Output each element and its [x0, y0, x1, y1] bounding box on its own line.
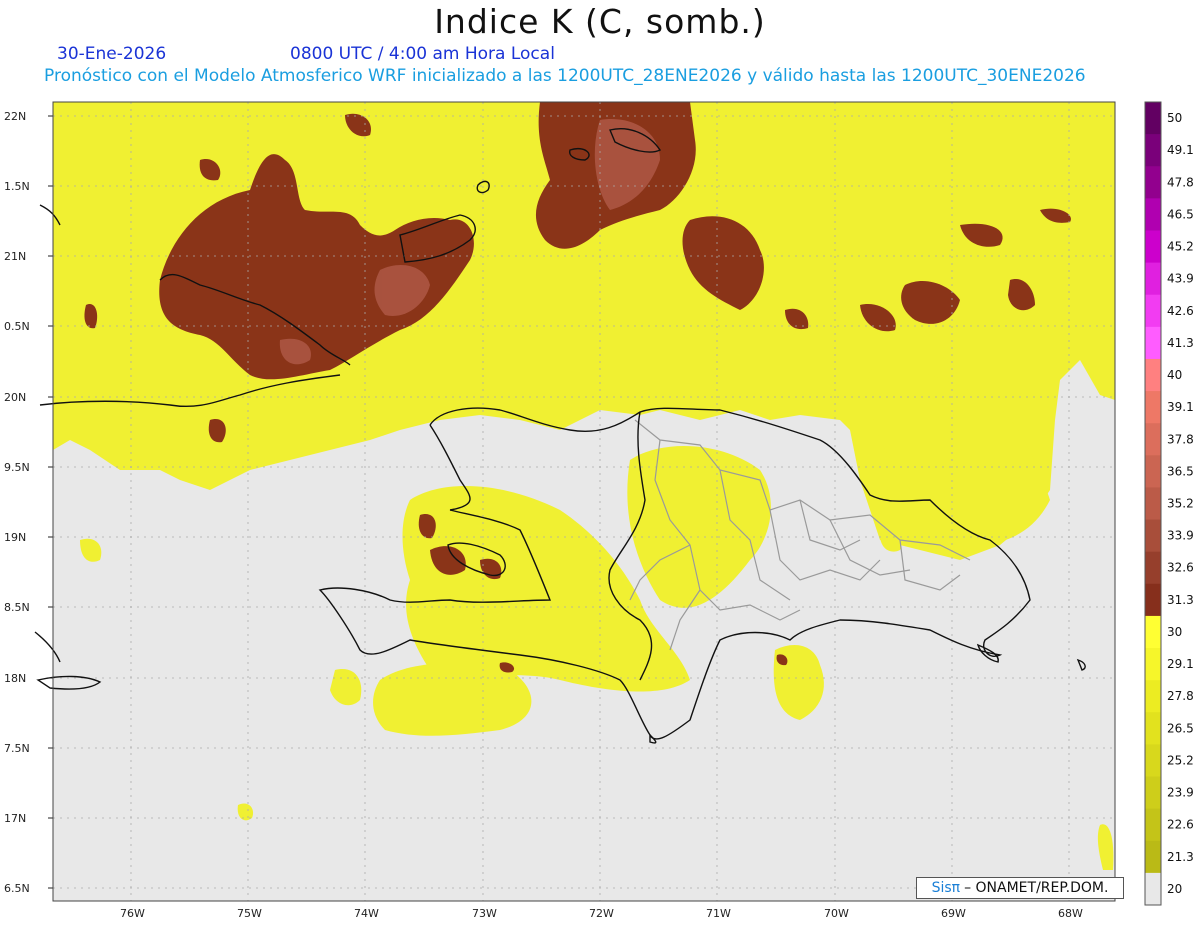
colorbar-swatch [1145, 487, 1161, 521]
colorbar-label: 35.2 [1167, 497, 1194, 511]
colorbar-label: 39.1 [1167, 400, 1194, 414]
colorbar-swatch [1145, 102, 1161, 135]
colorbar-swatch [1145, 198, 1161, 231]
colorbar-label: 36.5 [1167, 464, 1194, 478]
colorbar-label: 43.9 [1167, 272, 1194, 286]
colorbar-label: 23.9 [1167, 786, 1194, 800]
colorbar-swatch [1145, 423, 1161, 456]
lon-label-75w: 75W [237, 907, 262, 920]
lon-label-73w: 73W [472, 907, 497, 920]
colorbar-label: 32.6 [1167, 561, 1194, 575]
colorbar-label: 21.3 [1167, 850, 1194, 864]
colorbar-swatch [1145, 391, 1161, 424]
colorbar-label: 31.3 [1167, 593, 1194, 607]
colorbar-swatch [1145, 808, 1161, 842]
colorbar-swatch [1145, 712, 1161, 745]
colorbar-label: 47.8 [1167, 175, 1194, 189]
credit-box: Sisπ – ONAMET/REP.DOM. [916, 877, 1124, 899]
colorbar-swatch [1145, 551, 1161, 585]
colorbar-label: 20 [1167, 882, 1182, 896]
colorbar-swatch [1145, 840, 1161, 874]
lat-label-20n: 20N [4, 391, 26, 404]
colorbar-label: 50 [1167, 111, 1182, 125]
colorbar-label: 49.1 [1167, 143, 1194, 157]
latitude-labels: 22N 1.5N 21N 0.5N 20N 9.5N 19N 8.5N 18N … [4, 110, 30, 895]
colorbar-swatch [1145, 648, 1161, 681]
colorbar-label: 37.8 [1167, 432, 1194, 446]
lat-label-21-5n: 1.5N [4, 180, 30, 193]
lat-label-19-5n: 9.5N [4, 461, 30, 474]
lon-label-72w: 72W [589, 907, 614, 920]
colorbar-label: 25.2 [1167, 753, 1194, 767]
colorbar-swatch [1145, 872, 1161, 906]
lat-label-16-5n: 6.5N [4, 882, 30, 895]
lat-label-17n: 17N [4, 812, 26, 825]
lat-label-18n: 18N [4, 672, 26, 685]
colorbar-swatch [1145, 519, 1161, 553]
colorbar-label: 26.5 [1167, 721, 1194, 735]
colorbar-label: 33.9 [1167, 529, 1194, 543]
lat-label-17-5n: 7.5N [4, 742, 30, 755]
colorbar-label: 40 [1167, 368, 1182, 382]
colorbar-label: 30 [1167, 625, 1182, 639]
longitude-labels: 76W 75W 74W 73W 72W 71W 70W 69W 68W [120, 907, 1083, 920]
colorbar-swatch [1145, 358, 1161, 392]
latitude-ticks [48, 115, 53, 889]
colorbar-swatch [1145, 294, 1161, 328]
colorbar-label: 41.3 [1167, 336, 1194, 350]
lon-label-69w: 69W [941, 907, 966, 920]
colorbar-swatch [1145, 455, 1161, 488]
colorbar-label: 27.8 [1167, 689, 1194, 703]
lat-label-22n: 22N [4, 110, 26, 123]
sispi-logo: Sisπ [931, 880, 961, 896]
lat-label-21n: 21N [4, 250, 26, 263]
lon-label-76w: 76W [120, 907, 145, 920]
colorbar-swatch [1145, 680, 1161, 713]
colorbar-label: 29.1 [1167, 657, 1194, 671]
colorbar-swatch [1145, 776, 1161, 810]
colorbar-swatch [1145, 583, 1161, 617]
colorbar: 50 49.1 47.8 46.5 45.2 43.9 42.6 41.3 40 39.1 37.8… [1144, 101, 1194, 906]
lat-label-18-5n: 8.5N [4, 601, 30, 614]
colorbar-label: 22.6 [1167, 818, 1194, 832]
lon-label-68w: 68W [1058, 907, 1083, 920]
colorbar-label: 46.5 [1167, 207, 1194, 221]
colorbar-swatch [1145, 166, 1161, 199]
forecast-map: 22N 1.5N 21N 0.5N 20N 9.5N 19N 8.5N 18N … [4, 101, 1194, 920]
colorbar-swatch [1145, 615, 1161, 649]
colorbar-swatch [1145, 326, 1161, 360]
colorbar-swatch [1145, 230, 1161, 264]
colorbar-swatch [1145, 744, 1161, 778]
lon-label-70w: 70W [824, 907, 849, 920]
colorbar-swatch [1145, 134, 1161, 167]
lat-label-19n: 19N [4, 531, 26, 544]
lon-label-71w: 71W [706, 907, 731, 920]
colorbar-label: 42.6 [1167, 304, 1194, 318]
lon-label-74w: 74W [354, 907, 379, 920]
colorbar-swatch [1145, 262, 1161, 296]
colorbar-label: 45.2 [1167, 240, 1194, 254]
credit-text: – ONAMET/REP.DOM. [964, 880, 1109, 896]
lat-label-20-5n: 0.5N [4, 320, 30, 333]
